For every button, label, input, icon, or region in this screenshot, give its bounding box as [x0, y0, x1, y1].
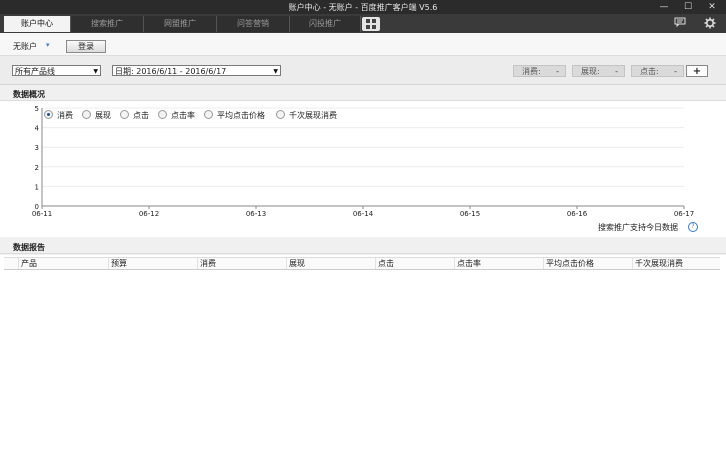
metric-impressions-value: - — [615, 67, 618, 76]
overview-title: 数据概况 — [13, 90, 45, 99]
message-icon[interactable] — [672, 17, 688, 31]
account-bar: 无账户 ▾ 登录 — [0, 33, 726, 56]
window-title-bar: 账户中心 - 无账户 - 百度推广客户端 V5.6 — ☐ ✕ — [0, 0, 726, 14]
column-header-budget[interactable]: 预算 — [108, 258, 197, 269]
legend-label: 平均点击价格 — [217, 111, 265, 120]
overview-chart-panel: 0 1 2 3 4 5 06-11 06-12 06-13 06-14 06-15 06-16 06-1… — [0, 101, 726, 237]
metric-spend-value: - — [556, 67, 559, 76]
metric-impressions-label: 展现: — [581, 67, 600, 76]
metric-clicks-button[interactable]: 点击: - — [631, 65, 684, 77]
y-tick-label: 3 — [35, 144, 39, 152]
metric-impressions-button[interactable]: 展现: - — [572, 65, 625, 77]
metric-spend-button[interactable]: 消费: - — [513, 65, 566, 77]
x-tick-label: 06-14 — [353, 210, 374, 218]
y-tick-label: 4 — [35, 125, 40, 133]
account-selector-label[interactable]: 无账户 — [13, 41, 37, 52]
column-header-avg-cpc[interactable]: 平均点击价格 — [543, 258, 632, 269]
maximize-button[interactable]: ☐ — [680, 1, 696, 13]
filter-bar: 所有产品线 ▼ 日期: 2016/6/11 - 2016/6/17 ▼ 消费: … — [0, 56, 726, 85]
product-line-select[interactable]: 所有产品线 ▼ — [12, 65, 101, 76]
dropdown-arrow-icon: ▼ — [93, 68, 98, 75]
radio-selected-icon — [44, 110, 53, 119]
legend-item-impressions[interactable]: 展现 — [82, 110, 111, 122]
metric-spend-label: 消费: — [522, 67, 541, 76]
product-line-value: 所有产品线 — [15, 67, 55, 76]
metric-clicks-value: - — [674, 67, 677, 76]
main-tab-bar: 账户中心 搜索推广 网盟推广 问答营销 闪投推广 — [0, 14, 726, 33]
today-data-note: 搜索推广支持今日数据 — [598, 223, 678, 232]
chevron-down-icon[interactable]: ▾ — [46, 41, 50, 49]
radio-icon — [158, 110, 167, 119]
help-icon[interactable]: ? — [688, 222, 698, 232]
tab-flash-promotion[interactable]: 闪投推广 — [290, 16, 361, 32]
radio-icon — [276, 110, 285, 119]
legend-item-ctr[interactable]: 点击率 — [158, 110, 195, 122]
tab-qa-marketing[interactable]: 问答营销 — [217, 16, 290, 32]
legend-item-spend[interactable]: 消费 — [44, 110, 73, 122]
x-tick-label: 06-16 — [567, 210, 588, 218]
date-range-value: 日期: 2016/6/11 - 2016/6/17 — [115, 67, 227, 76]
legend-label: 千次展现消费 — [289, 111, 337, 120]
report-table: 产品 预算 消费 展现 点击 点击率 平均点击价格 千次展现消费 — [0, 255, 726, 450]
legend-label: 点击 — [133, 111, 149, 120]
date-range-select[interactable]: 日期: 2016/6/11 - 2016/6/17 ▼ — [112, 65, 281, 76]
report-table-header: 产品 预算 消费 展现 点击 点击率 平均点击价格 千次展现消费 — [4, 257, 720, 270]
radio-icon — [120, 110, 129, 119]
minimize-button[interactable]: — — [656, 1, 672, 13]
y-tick-label: 1 — [35, 183, 39, 191]
y-tick-label: 2 — [35, 164, 39, 172]
add-metric-button[interactable]: + — [686, 65, 708, 77]
radio-icon — [204, 110, 213, 119]
legend-item-cpm[interactable]: 千次展现消费 — [276, 110, 337, 122]
legend-label: 展现 — [95, 111, 111, 120]
x-tick-label: 06-12 — [139, 210, 159, 218]
column-header-product[interactable]: 产品 — [18, 258, 108, 269]
column-header-ctr[interactable]: 点击率 — [454, 258, 543, 269]
grid-icon[interactable] — [362, 17, 380, 31]
window-title: 账户中心 - 无账户 - 百度推广客户端 V5.6 — [288, 3, 438, 12]
x-tick-label: 06-17 — [674, 210, 694, 218]
overview-section-header: 数据概况 — [0, 87, 726, 101]
tab-network-promotion[interactable]: 网盟推广 — [144, 16, 217, 32]
column-header-cpm[interactable]: 千次展现消费 — [632, 258, 720, 269]
dropdown-arrow-icon: ▼ — [273, 68, 278, 75]
legend-label: 消费 — [57, 111, 73, 120]
x-tick-label: 06-15 — [460, 210, 480, 218]
close-button[interactable]: ✕ — [704, 1, 720, 13]
legend-item-avg-cpc[interactable]: 平均点击价格 — [204, 110, 265, 122]
gear-icon[interactable] — [702, 17, 718, 31]
legend-item-clicks[interactable]: 点击 — [120, 110, 149, 122]
report-section-header: 数据报告 — [0, 240, 726, 254]
radio-icon — [82, 110, 91, 119]
metric-clicks-label: 点击: — [640, 67, 659, 76]
y-tick-label: 5 — [35, 105, 39, 113]
legend-label: 点击率 — [171, 111, 195, 120]
login-button[interactable]: 登录 — [66, 40, 106, 53]
x-tick-label: 06-11 — [32, 210, 52, 218]
tab-search-promotion[interactable]: 搜索推广 — [71, 16, 144, 32]
report-title: 数据报告 — [13, 243, 45, 252]
x-tick-label: 06-13 — [246, 210, 266, 218]
tab-account-center[interactable]: 账户中心 — [4, 16, 71, 32]
column-header-impressions[interactable]: 展现 — [286, 258, 375, 269]
column-header-spend[interactable]: 消费 — [197, 258, 286, 269]
column-header-clicks[interactable]: 点击 — [375, 258, 454, 269]
